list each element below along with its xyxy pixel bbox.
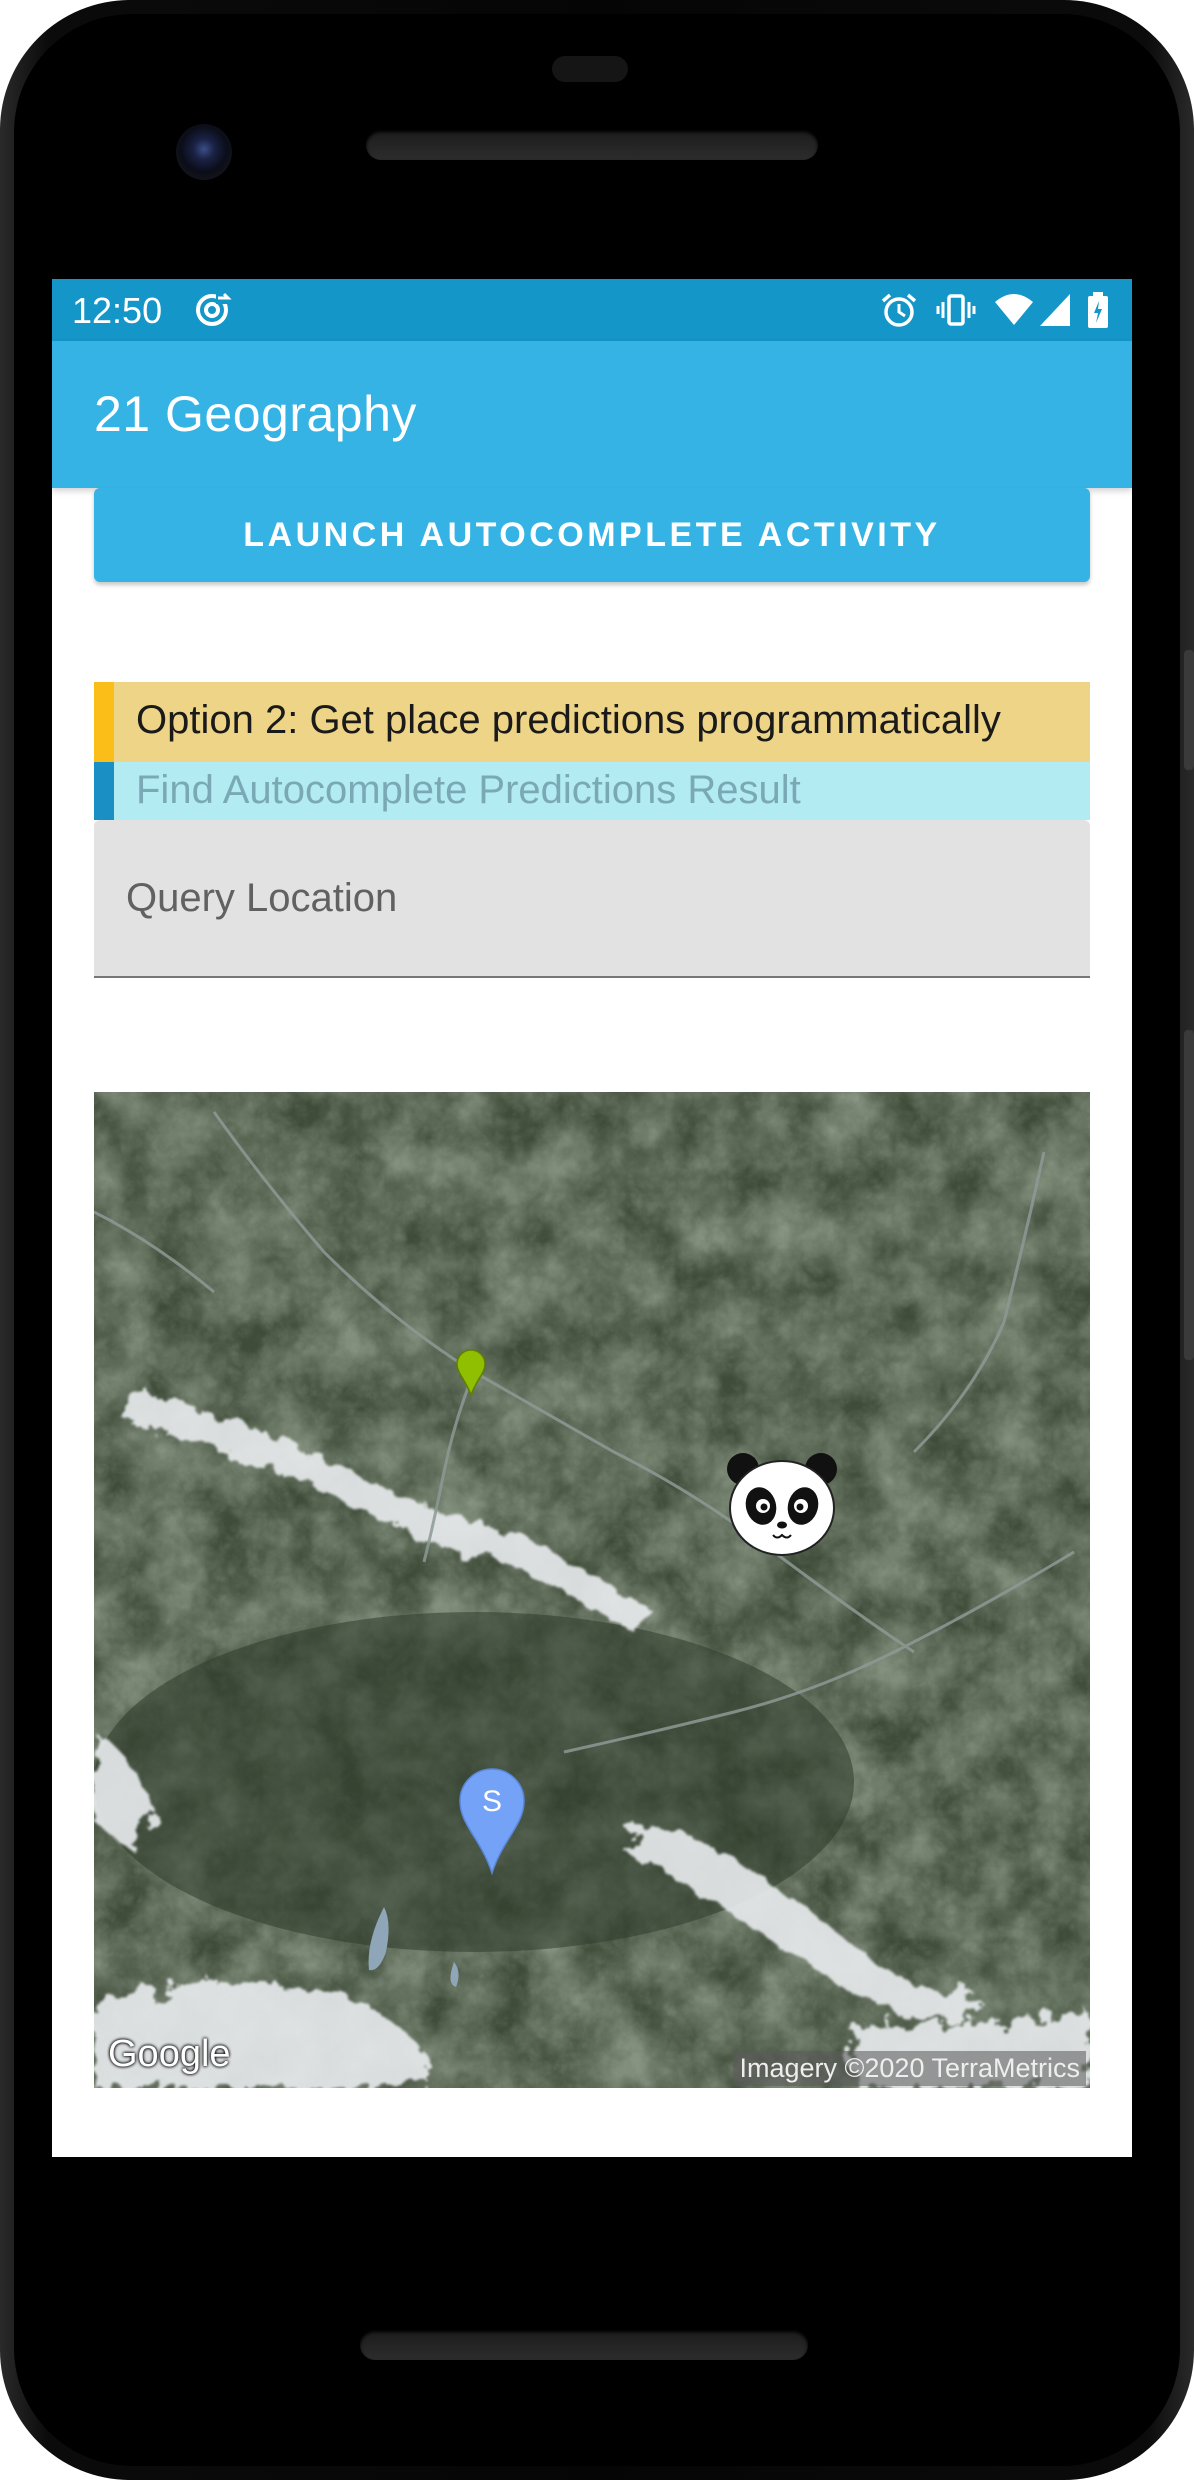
battery-icon [1088,292,1108,328]
power-button [1184,650,1194,770]
sensor [552,56,628,82]
option-header-accent [94,682,114,762]
screen: 12:50 21 Geography LAUNCH AUTOCOMPLETE A… [52,279,1132,2157]
option-header: Option 2: Get place predictions programm… [94,682,1090,762]
status-time: 12:50 [72,290,163,331]
signal-icon [1040,294,1070,326]
green-marker[interactable] [455,1349,487,1397]
phone-frame: 12:50 21 Geography LAUNCH AUTOCOMPLETE A… [0,0,1194,2480]
blue-marker-label: S [482,1785,502,1818]
front-camera-icon [176,124,232,180]
map-attribution[interactable]: Imagery ©2020 TerraMetrics [733,2051,1086,2086]
panda-icon[interactable] [725,1451,839,1559]
alarm-icon [881,293,917,327]
status-bar: 12:50 [52,279,1132,341]
volume-button [1184,1030,1194,1360]
satellite-imagery [94,1092,1090,2088]
launch-autocomplete-button[interactable]: LAUNCH AUTOCOMPLETE ACTIVITY [94,488,1090,582]
app-bar: 21 Geography [52,341,1132,488]
app-title: 21 Geography [94,386,417,442]
option-header-text: Option 2: Get place predictions programm… [136,698,1001,742]
blue-marker[interactable]: S [457,1767,527,1877]
map-view[interactable]: S Google Imagery ©2020 TerraMetrics [94,1092,1090,2088]
query-location-input[interactable] [126,868,1026,928]
predictions-result-accent [94,762,114,820]
query-location-field[interactable] [94,820,1090,978]
predictions-result-text: Find Autocomplete Predictions Result [136,768,801,812]
earpiece-speaker [366,130,818,160]
predictions-result: Find Autocomplete Predictions Result [94,762,1090,820]
sync-icon [196,292,232,326]
google-logo: Google [108,2033,231,2075]
bottom-speaker [360,2330,808,2360]
vibrate-icon [936,294,976,326]
wifi-icon [995,294,1033,325]
